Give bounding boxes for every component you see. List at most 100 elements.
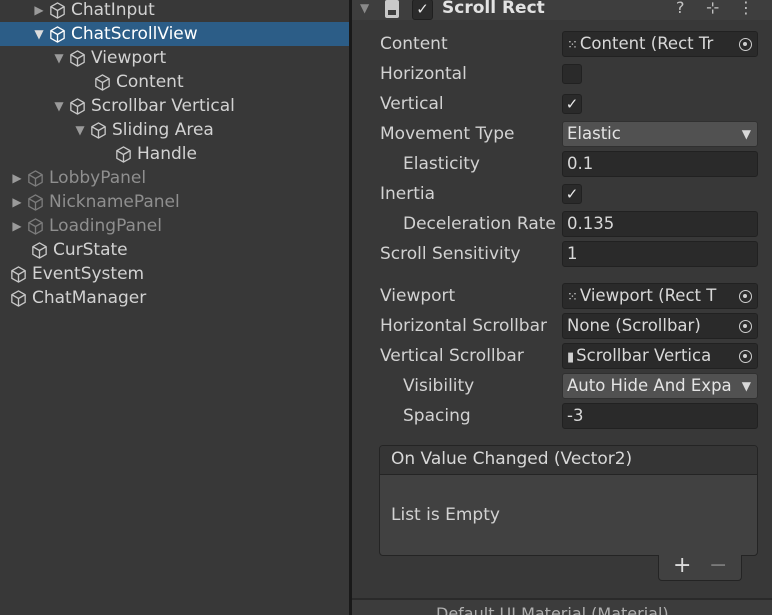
hierarchy-item-scrollbar-vertical[interactable]: ▼ Scrollbar Vertical [0, 94, 349, 118]
help-icon[interactable]: ? [676, 0, 685, 17]
remove-listener-button[interactable]: − [709, 553, 727, 578]
field-value: Viewport (Rect T [579, 286, 717, 305]
gameobject-cube-icon [46, 23, 68, 45]
foldout-arrow-icon[interactable]: ▼ [32, 27, 46, 41]
next-component-header[interactable]: Default UI Material (Material) [352, 600, 772, 615]
scroll-sensitivity-input[interactable]: 1 [562, 241, 758, 267]
hierarchy-item-label: LobbyPanel [49, 168, 147, 188]
property-label: Horizontal [380, 64, 467, 84]
property-elasticity: Elasticity 0.1 [352, 151, 772, 179]
gameobject-cube-icon [7, 287, 29, 309]
movement-type-dropdown[interactable]: Elastic ▼ [562, 121, 758, 147]
hierarchy-item-label: Content [116, 72, 184, 92]
gameobject-cube-icon [46, 0, 68, 21]
property-label: Scroll Sensitivity [380, 244, 521, 264]
object-picker-icon[interactable] [733, 314, 757, 338]
property-label: Deceleration Rate [403, 214, 556, 234]
component-header[interactable]: ▼ ✓ Scroll Rect ? ⊹ ⋮ [352, 0, 772, 20]
gameobject-cube-icon [28, 239, 50, 261]
component-title: Scroll Rect [442, 0, 545, 18]
property-label: Viewport [380, 286, 456, 306]
recttransform-icon: ⁙ [567, 38, 578, 53]
object-picker-icon[interactable] [733, 344, 757, 368]
hierarchy-item-chatinput[interactable]: ▶ ChatInput [0, 0, 349, 22]
hierarchy-item-nicknamepanel[interactable]: ▶ NicknamePanel [0, 190, 349, 214]
spacing-input[interactable]: -3 [562, 403, 758, 429]
field-value: Elastic [567, 124, 621, 143]
property-label: Vertical Scrollbar [380, 346, 524, 366]
foldout-arrow-icon[interactable]: ▶ [10, 171, 24, 185]
field-value: Scrollbar Vertica [576, 346, 712, 365]
hierarchy-item-viewport[interactable]: ▼ Viewport [0, 46, 349, 70]
property-horizontal: Horizontal [352, 61, 772, 89]
property-label: Movement Type [380, 124, 515, 144]
recttransform-icon: ⁙ [567, 290, 578, 305]
property-label: Horizontal Scrollbar [380, 316, 548, 336]
hierarchy-item-label: Handle [137, 144, 197, 164]
component-type-icon [385, 0, 399, 18]
foldout-arrow-icon[interactable]: ▶ [32, 3, 46, 17]
hierarchy-item-chatmanager[interactable]: ChatManager [0, 286, 349, 310]
hierarchy-item-content[interactable]: Content [0, 70, 349, 94]
vertical-checkbox[interactable]: ✓ [562, 94, 582, 114]
foldout-arrow-icon[interactable]: ▶ [10, 219, 24, 233]
viewport-object-field[interactable]: ⁙ Viewport (Rect T [562, 283, 758, 309]
kebab-menu-icon[interactable]: ⋮ [738, 0, 754, 17]
field-value: Auto Hide And Expa [567, 376, 732, 395]
property-spacing: Spacing -3 [352, 403, 772, 431]
hierarchy-item-label: CurState [53, 240, 128, 260]
horizontal-checkbox[interactable] [562, 64, 582, 84]
property-content: Content ⁙ Content (Rect Tr [352, 31, 772, 59]
component-foldout-icon[interactable]: ▼ [360, 1, 369, 15]
hierarchy-item-lobbypanel[interactable]: ▶ LobbyPanel [0, 166, 349, 190]
elasticity-input[interactable]: 0.1 [562, 151, 758, 177]
property-label: Vertical [380, 94, 444, 114]
hierarchy-item-label: Sliding Area [112, 120, 214, 140]
foldout-arrow-icon[interactable]: ▼ [73, 123, 87, 137]
deceleration-rate-input[interactable]: 0.135 [562, 211, 758, 237]
field-value: Content (Rect Tr [579, 34, 714, 53]
event-list-footer: + − [658, 553, 742, 581]
component-enabled-checkbox[interactable]: ✓ [412, 0, 433, 20]
hierarchy-item-loadingpanel[interactable]: ▶ LoadingPanel [0, 214, 349, 238]
hierarchy-item-label: Viewport [91, 48, 167, 68]
hierarchy-item-curstate[interactable]: CurState [0, 238, 349, 262]
object-picker-icon[interactable] [733, 284, 757, 308]
property-label: Inertia [380, 184, 436, 204]
property-scroll-sensitivity: Scroll Sensitivity 1 [352, 241, 772, 269]
hierarchy-item-chatscrollview[interactable]: ▼ ChatScrollView [0, 22, 349, 46]
gameobject-cube-icon [112, 143, 134, 165]
foldout-arrow-icon[interactable]: ▶ [10, 195, 24, 209]
object-picker-icon[interactable] [733, 32, 757, 56]
inertia-checkbox[interactable]: ✓ [562, 184, 582, 204]
property-visibility: Visibility Auto Hide And Expa ▼ [352, 373, 772, 401]
foldout-arrow-icon[interactable]: ▼ [52, 99, 66, 113]
foldout-arrow-icon[interactable]: ▼ [52, 51, 66, 65]
property-viewport: Viewport ⁙ Viewport (Rect T [352, 283, 772, 311]
inspector-panel: ▼ ✓ Scroll Rect ? ⊹ ⋮ Content ⁙ Content (… [352, 0, 772, 615]
horizontal-scrollbar-object-field[interactable]: None (Scrollbar) [562, 313, 758, 339]
visibility-dropdown[interactable]: Auto Hide And Expa ▼ [562, 373, 758, 399]
property-movement-type: Movement Type Elastic ▼ [352, 121, 772, 149]
event-list-title: On Value Changed (Vector2) [391, 449, 633, 469]
gameobject-cube-icon [66, 95, 88, 117]
property-inertia: Inertia ✓ [352, 181, 772, 209]
content-object-field[interactable]: ⁙ Content (Rect Tr [562, 31, 758, 57]
hierarchy-item-eventsystem[interactable]: EventSystem [0, 262, 349, 286]
add-listener-button[interactable]: + [673, 553, 691, 578]
hierarchy-item-handle[interactable]: Handle [0, 142, 349, 166]
gameobject-cube-icon [7, 263, 29, 285]
gameobject-cube-icon [91, 71, 113, 93]
event-list-empty-text: List is Empty [391, 505, 500, 525]
dropdown-arrow-icon: ▼ [741, 127, 751, 141]
vertical-scrollbar-object-field[interactable]: ▮ Scrollbar Vertica [562, 343, 758, 369]
property-label: Content [380, 34, 448, 54]
gameobject-cube-icon [24, 167, 46, 189]
hierarchy-item-sliding-area[interactable]: ▼ Sliding Area [0, 118, 349, 142]
hierarchy-item-label: ChatScrollView [71, 24, 198, 44]
property-label: Spacing [403, 406, 471, 426]
scrollbar-component-icon: ▮ [567, 350, 575, 365]
presets-icon[interactable]: ⊹ [706, 0, 719, 17]
property-horizontal-scrollbar: Horizontal Scrollbar None (Scrollbar) [352, 313, 772, 341]
field-value: None (Scrollbar) [567, 316, 701, 335]
